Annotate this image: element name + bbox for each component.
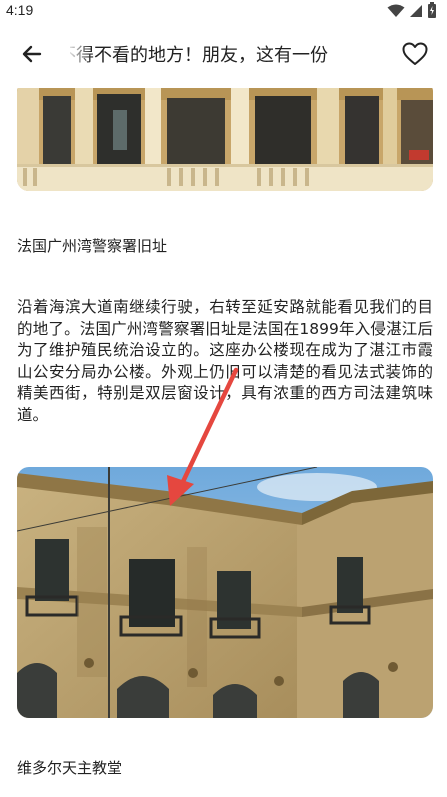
heart-outline-icon (402, 42, 428, 70)
battery-icon (427, 2, 437, 22)
back-button[interactable] (12, 36, 52, 76)
section-caption: 法国广州湾警察署旧址 (17, 237, 168, 255)
arrow-left-icon (20, 42, 44, 70)
status-icons (387, 2, 437, 22)
article-content: 法国广州湾警察署旧址 沿着海滨大道南继续行驶，右转至延安路就能看见我们的目的地了… (0, 88, 447, 797)
favorite-button[interactable] (397, 38, 433, 74)
page-title: 不得不看的地方！朋友，这有一份 (70, 45, 328, 66)
page-title-container: 不得不看的地方！朋友，这有一份 (70, 40, 380, 72)
wifi-icon (387, 3, 405, 22)
article-photo-police-station[interactable] (17, 467, 433, 718)
signal-icon (409, 3, 423, 22)
app-bar: 不得不看的地方！朋友，这有一份 (0, 22, 447, 88)
article-paragraph: 沿着海滨大道南继续行驶，右转至延安路就能看见我们的目的地了。法国广州湾警察署旧址… (17, 298, 433, 424)
article-photo-building-facade[interactable] (17, 88, 433, 191)
status-time: 4:19 (6, 2, 34, 18)
section-caption-church: 维多尔天主教堂 (17, 759, 123, 777)
status-bar: 4:19 (0, 0, 447, 22)
